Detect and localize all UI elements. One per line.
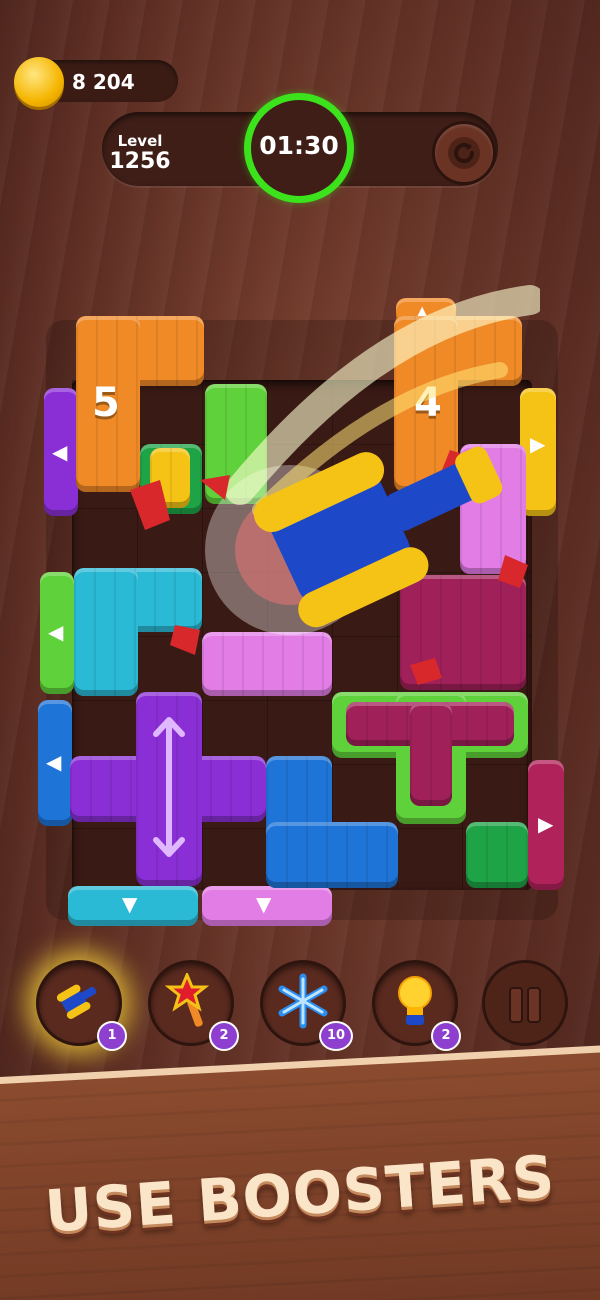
- game-screen: 8 204 Level 1256 01:30 ◀ ◀ ◀ ▶ ▶ ▼ ▼ ▲ 5…: [0, 0, 600, 1300]
- timer-text: 01:30: [259, 131, 339, 160]
- booster-freeze-button[interactable]: 10: [260, 960, 353, 1051]
- booster-count-badge: 2: [209, 1021, 239, 1051]
- block-dark-green-bottom[interactable]: [466, 822, 528, 888]
- exit-gate-blue-left: ◀: [38, 700, 72, 826]
- booster-hint-button[interactable]: 2: [372, 960, 461, 1051]
- booster-wand-button[interactable]: 2: [148, 960, 239, 1051]
- block-magenta-t-stem[interactable]: [410, 702, 452, 806]
- vertical-move-arrow-icon: [153, 717, 185, 857]
- hammer-smash-effect: [130, 285, 540, 685]
- exit-gate-purple-left: ◀: [44, 388, 78, 516]
- magic-wand-icon: [165, 973, 210, 1027]
- exit-gate-pink-bottom: ▼: [202, 886, 332, 926]
- exit-gate-green-left: ◀: [40, 572, 74, 694]
- exit-gate-magenta-right: ▶: [528, 760, 564, 890]
- booster-count-badge: 2: [431, 1021, 461, 1051]
- hammer-icon: [56, 984, 97, 1019]
- level-label: Level: [117, 132, 163, 150]
- restart-icon: [448, 137, 480, 169]
- exit-gate-cyan-bottom: ▼: [68, 886, 198, 926]
- restart-button[interactable]: [432, 121, 496, 185]
- pause-button[interactable]: [482, 960, 568, 1046]
- booster-hammer-button[interactable]: 1: [36, 960, 127, 1051]
- block-counter-5: 5: [92, 380, 120, 426]
- pause-icon: [527, 987, 541, 1023]
- booster-count-badge: 1: [97, 1021, 127, 1051]
- block-blue-l-foot[interactable]: [266, 822, 398, 888]
- booster-count-badge: 10: [319, 1021, 353, 1051]
- coin-count: 8 204: [72, 70, 135, 94]
- pause-icon: [509, 987, 523, 1023]
- lightbulb-icon: [398, 976, 432, 1025]
- level-number: 1256: [109, 149, 171, 174]
- coin-icon: [14, 57, 64, 107]
- snowflake-icon: [278, 973, 328, 1029]
